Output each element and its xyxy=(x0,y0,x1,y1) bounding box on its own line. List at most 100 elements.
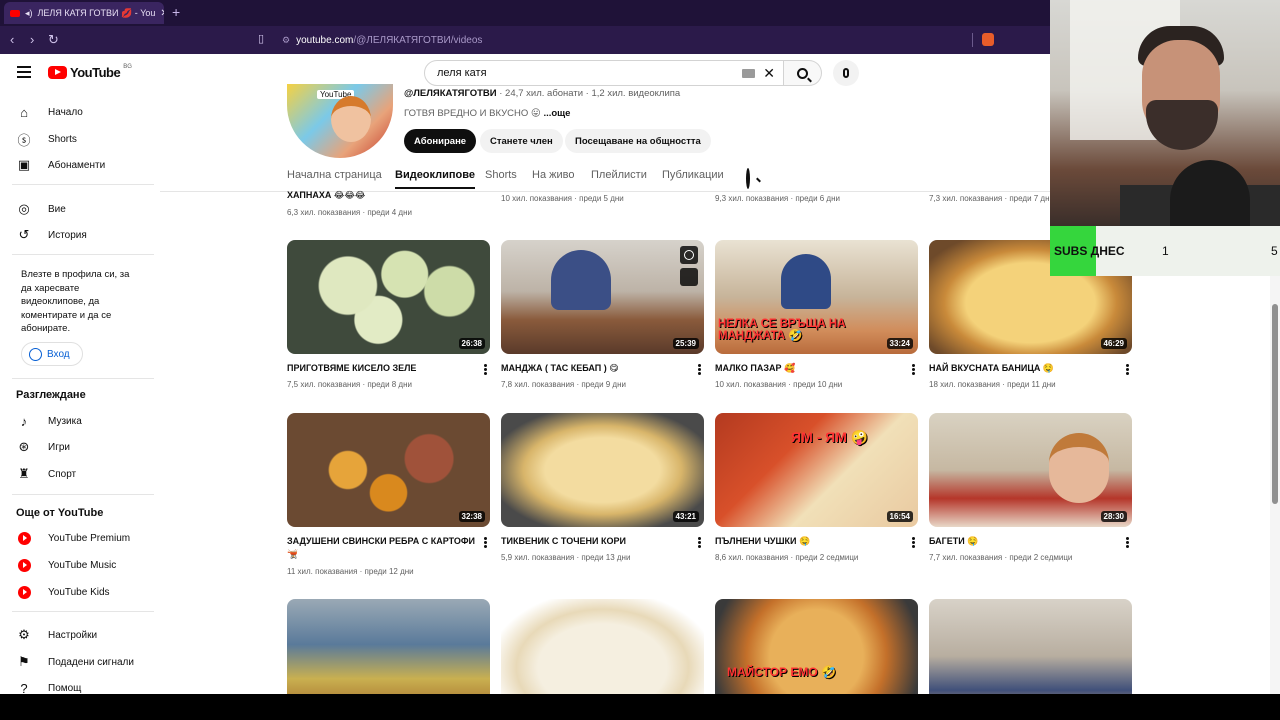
video-card[interactable] xyxy=(501,599,704,694)
video-card[interactable]: МАЙСТОР ЕМО 🤣 xyxy=(715,599,918,694)
keyboard-icon[interactable] xyxy=(742,69,755,78)
video-title[interactable]: БАГЕТИ 🤤 xyxy=(929,535,1119,548)
video-title[interactable]: ХАПНАХА 😂😂😂 xyxy=(287,190,365,201)
bookmark-icon[interactable]: ▯ xyxy=(258,32,264,45)
video-title[interactable]: МАНДЖА ( ТАС КЕБАП ) 😋 xyxy=(501,362,691,375)
video-meta: 9,3 хил. показвания · преди 6 дни xyxy=(715,194,840,203)
join-button[interactable]: Станете член xyxy=(480,129,563,153)
video-card[interactable] xyxy=(929,599,1132,694)
more-heading: Още от YouTube xyxy=(16,507,104,519)
subs-counter-widget: SUBS ДНЕС 1 5 xyxy=(1050,226,1280,276)
video-card[interactable]: 26:38 ПРИГОТВЯМЕ КИСЕЛО ЗЕЛЕ 7,5 хил. по… xyxy=(287,240,490,400)
sidebar-item-label: YouTube Music xyxy=(48,559,117,571)
tab-strip: ◂) ЛЕЛЯ КАТЯ ГОТВИ 💋 - You ✕ + xyxy=(0,0,1050,26)
add-to-queue-icon[interactable] xyxy=(680,268,698,286)
sidebar-item-home[interactable]: ⌂ Начало xyxy=(16,102,83,122)
video-card[interactable] xyxy=(287,599,490,694)
tab-home[interactable]: Начална страница xyxy=(287,169,382,187)
sidebar-item-music[interactable]: ♪ Музика xyxy=(16,411,82,431)
tab-videos[interactable]: Видеоклипове xyxy=(395,169,476,189)
brave-shield-icon[interactable] xyxy=(982,33,994,46)
more-options-icon[interactable] xyxy=(484,537,487,548)
video-thumbnail[interactable] xyxy=(287,599,490,694)
video-title[interactable]: ПЪЛНЕНИ ЧУШКИ 🤤 xyxy=(715,535,905,548)
signin-button[interactable]: Вход xyxy=(21,342,83,366)
video-thumbnail[interactable] xyxy=(501,599,704,694)
tab-playlists[interactable]: Плейлисти xyxy=(591,169,647,187)
video-card[interactable]: 28:30 БАГЕТИ 🤤 7,7 хил. показвания · пре… xyxy=(929,413,1132,573)
sidebar-item-premium[interactable]: YouTube Premium xyxy=(16,528,130,548)
sidebar-item-subscriptions[interactable]: ▣ Абонаменти xyxy=(16,155,105,175)
more-options-icon[interactable] xyxy=(912,537,915,548)
more-options-icon[interactable] xyxy=(1126,364,1129,375)
more-options-icon[interactable] xyxy=(698,537,701,548)
video-card[interactable]: 25:39 МАНДЖА ( ТАС КЕБАП ) 😋 7,8 хил. по… xyxy=(501,240,704,400)
sidebar-item-kids[interactable]: YouTube Kids xyxy=(16,582,110,602)
sidebar-item-help[interactable]: ? Помощ xyxy=(16,678,81,695)
video-duration: 25:39 xyxy=(672,338,699,349)
sidebar-item-music-app[interactable]: YouTube Music xyxy=(16,555,116,575)
divider xyxy=(12,378,154,379)
video-title[interactable]: ЗАДУШЕНИ СВИНСКИ РЕБРА С КАРТОФИ 🫕 xyxy=(287,535,477,561)
video-thumbnail[interactable]: 25:39 xyxy=(501,240,704,354)
channel-description[interactable]: ГОТВЯ ВРЕДНО И ВКУСНО 😛 ...още xyxy=(404,108,570,119)
video-title[interactable]: МАЛКО ПАЗАР 🥰 xyxy=(715,362,905,375)
sidebar-item-sports[interactable]: ♜ Спорт xyxy=(16,464,76,484)
video-thumbnail[interactable]: 32:38 xyxy=(287,413,490,527)
community-button[interactable]: Посещаване на общността xyxy=(565,129,711,153)
avatar-face xyxy=(331,96,371,142)
video-card[interactable]: НЕЛКА СЕ ВРЪЩА НА МАНДЖАТА 🤣 33:24 МАЛКО… xyxy=(715,240,918,400)
reload-icon[interactable]: ↻ xyxy=(48,32,59,48)
tab-live[interactable]: На живо xyxy=(532,169,574,187)
search-input[interactable]: леля катя ✕ xyxy=(424,60,784,86)
sidebar-item-report[interactable]: ⚑ Подадени сигнали xyxy=(16,652,134,672)
video-duration: 32:38 xyxy=(458,511,485,522)
more-options-icon[interactable] xyxy=(484,364,487,375)
video-thumbnail[interactable]: 26:38 xyxy=(287,240,490,354)
tab-posts[interactable]: Публикации xyxy=(662,169,724,187)
youtube-premium-icon xyxy=(16,530,32,546)
more-options-icon[interactable] xyxy=(912,364,915,375)
menu-icon[interactable] xyxy=(17,66,31,78)
sidebar-item-you[interactable]: ◎ Вие xyxy=(16,199,66,219)
browser-tab[interactable]: ◂) ЛЕЛЯ КАТЯ ГОТВИ 💋 - You ✕ xyxy=(4,2,164,24)
sidebar-item-history[interactable]: ↺ История xyxy=(16,225,87,245)
sidebar-item-shorts[interactable]: ⓢ Shorts xyxy=(16,129,76,149)
site-info-icon[interactable]: ⚙ xyxy=(282,35,290,46)
youtube-logo[interactable]: YouTube BG xyxy=(48,64,132,80)
url-bar[interactable]: ⚙ youtube.com/@ЛЕЛЯКАТЯГОТВИ/videos xyxy=(282,31,782,49)
clear-search-icon[interactable]: ✕ xyxy=(763,65,775,82)
new-tab-button[interactable]: + xyxy=(172,4,180,20)
video-card[interactable]: ЯМ - ЯМ 🤪 16:54 ПЪЛНЕНИ ЧУШКИ 🤤 8,6 хил.… xyxy=(715,413,918,573)
channel-search-icon[interactable] xyxy=(746,168,750,189)
sidebar-item-gaming[interactable]: ⊛ Игри xyxy=(16,437,70,457)
shorts-icon: ⓢ xyxy=(17,132,31,148)
back-icon[interactable]: ‹ xyxy=(10,32,14,47)
description-more-link[interactable]: ...още xyxy=(543,108,570,119)
channel-avatar[interactable]: YouTube xyxy=(287,84,393,158)
forward-icon[interactable]: › xyxy=(30,32,34,47)
sidebar-item-label: YouTube Premium xyxy=(48,532,131,544)
scrollbar-thumb[interactable] xyxy=(1272,304,1278,504)
search-button[interactable] xyxy=(784,60,822,86)
video-thumbnail[interactable] xyxy=(929,599,1132,694)
video-thumbnail[interactable]: МАЙСТОР ЕМО 🤣 xyxy=(715,599,918,694)
more-options-icon[interactable] xyxy=(698,364,701,375)
video-title[interactable]: ПРИГОТВЯМЕ КИСЕЛО ЗЕЛЕ xyxy=(287,362,477,375)
tab-shorts[interactable]: Shorts xyxy=(485,169,517,187)
video-thumbnail[interactable]: 28:30 xyxy=(929,413,1132,527)
video-thumbnail[interactable]: НЕЛКА СЕ ВРЪЩА НА МАНДЖАТА 🤣 33:24 xyxy=(715,240,918,354)
close-tab-icon[interactable]: ✕ xyxy=(160,8,164,19)
sidebar-item-settings[interactable]: ⚙ Настройки xyxy=(16,625,97,645)
video-card[interactable]: 32:38 ЗАДУШЕНИ СВИНСКИ РЕБРА С КАРТОФИ 🫕… xyxy=(287,413,490,579)
watch-later-icon[interactable] xyxy=(680,246,698,264)
video-thumbnail[interactable]: ЯМ - ЯМ 🤪 16:54 xyxy=(715,413,918,527)
video-thumbnail[interactable]: 43:21 xyxy=(501,413,704,527)
video-title[interactable]: НАЙ ВКУСНАТА БАНИЦА 🤤 xyxy=(929,362,1119,375)
voice-search-button[interactable] xyxy=(833,60,859,86)
video-card[interactable]: 43:21 ТИКВЕНИК С ТОЧЕНИ КОРИ 5,9 хил. по… xyxy=(501,413,704,573)
video-title[interactable]: ТИКВЕНИК С ТОЧЕНИ КОРИ xyxy=(501,535,691,548)
channel-tabs: Начална страница Видеоклипове Shorts На … xyxy=(160,165,1050,192)
subscribe-button[interactable]: Абониране xyxy=(404,129,477,153)
more-options-icon[interactable] xyxy=(1126,537,1129,548)
